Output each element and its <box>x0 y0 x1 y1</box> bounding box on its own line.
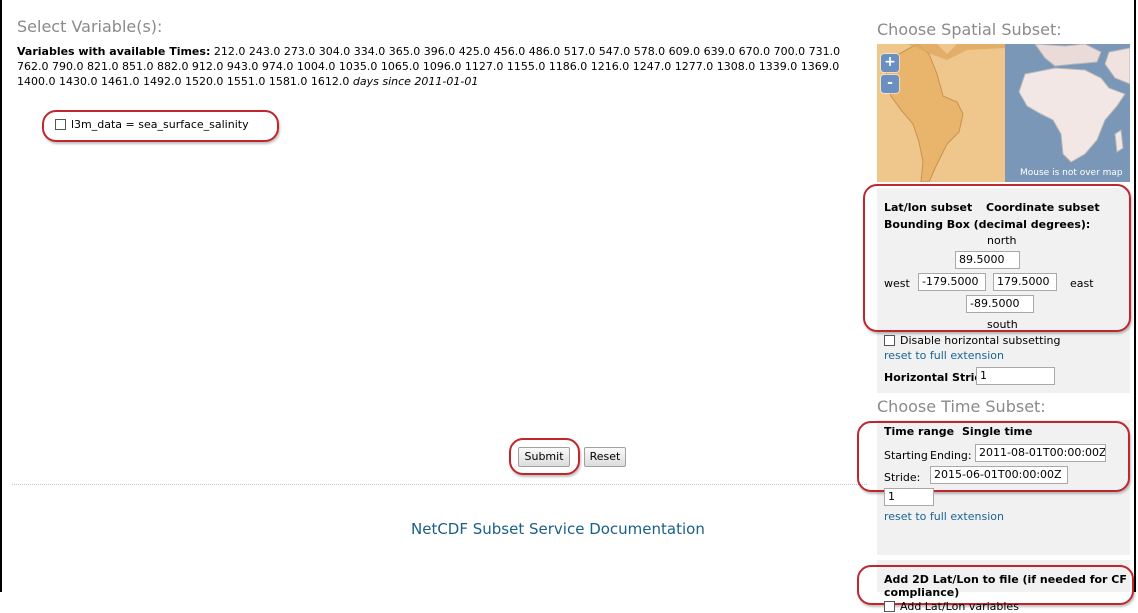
variable-checkbox[interactable] <box>55 119 66 130</box>
north-label: north <box>987 234 1017 247</box>
reset-button[interactable]: Reset <box>584 447 626 467</box>
zoom-in-button[interactable]: + <box>881 54 899 72</box>
latlon2d-label: Add 2D Lat/Lon to file (if needed for CF… <box>884 573 1127 599</box>
tab-coordinate-subset[interactable]: Coordinate subset <box>986 201 1100 214</box>
time-stride-label: Stride: <box>884 471 921 484</box>
west-label: west <box>884 277 910 290</box>
variable-checkbox-label: l3m_data = sea_surface_salinity <box>71 118 249 131</box>
east-label: east <box>1070 277 1094 290</box>
africa-europe-shape <box>1018 44 1130 163</box>
south-label: south <box>987 318 1018 331</box>
map-ocean-region <box>1005 44 1130 182</box>
select-variables-title: Select Variable(s): <box>17 17 163 36</box>
available-times-label: Variables with available Times: <box>17 45 211 58</box>
time-reset-link[interactable]: reset to full extension <box>884 510 1004 523</box>
disable-horizontal-checkbox[interactable] <box>884 335 895 346</box>
section-divider <box>12 484 867 485</box>
spatial-map[interactable] <box>877 44 1130 182</box>
starting-label: Starting <box>884 449 928 462</box>
submit-button[interactable]: Submit <box>518 447 570 467</box>
west-input[interactable]: -179.5000 <box>918 273 986 291</box>
map-mouse-status: Mouse is not over map <box>1020 168 1123 178</box>
tab-latlon-subset[interactable]: Lat/lon subset <box>884 201 972 214</box>
variable-row[interactable]: l3m_data = sea_surface_salinity <box>55 118 249 131</box>
documentation-link[interactable]: NetCDF Subset Service Documentation <box>411 520 705 538</box>
horizontal-stride-input[interactable]: 1 <box>976 367 1055 385</box>
add-latlon-row[interactable]: Add Lat/Lon variables <box>884 600 1019 613</box>
zoom-out-button[interactable]: - <box>881 75 899 93</box>
add-latlon-checkbox[interactable] <box>884 601 895 612</box>
time-subset-title: Choose Time Subset: <box>877 397 1046 416</box>
north-input[interactable]: 89.5000 <box>955 251 1020 269</box>
spatial-subset-title: Choose Spatial Subset: <box>877 20 1062 39</box>
time-stride-input[interactable]: 1 <box>884 488 934 506</box>
start-time-input[interactable]: 2011-08-01T00:00:00Z <box>975 444 1106 462</box>
available-times-text: Variables with available Times: 212.0 24… <box>17 44 857 89</box>
spatial-reset-link[interactable]: reset to full extension <box>884 349 1004 362</box>
tab-single-time[interactable]: Single time <box>962 425 1032 438</box>
tab-time-range[interactable]: Time range <box>884 425 954 438</box>
disable-horizontal-row[interactable]: Disable horizontal subsetting <box>884 334 1060 347</box>
east-input[interactable]: 179.5000 <box>993 273 1057 291</box>
end-time-input[interactable]: 2015-06-01T00:00:00Z <box>930 466 1068 484</box>
south-input[interactable]: -89.5000 <box>966 295 1034 313</box>
add-latlon-label: Add Lat/Lon variables <box>900 600 1019 613</box>
ending-label: Ending: <box>930 449 972 462</box>
disable-horizontal-label: Disable horizontal subsetting <box>900 334 1061 347</box>
available-times-units: days since 2011-01-01 <box>352 75 479 88</box>
bounding-box-label: Bounding Box (decimal degrees): <box>884 218 1091 231</box>
